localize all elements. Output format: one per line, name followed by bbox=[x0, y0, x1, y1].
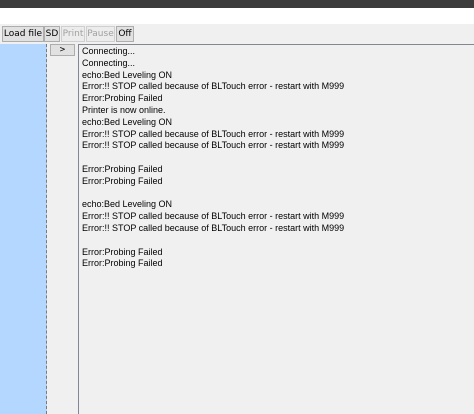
sd-button[interactable]: SD bbox=[44, 26, 60, 42]
toolbar: Load file SD Print Pause Off bbox=[0, 24, 474, 44]
log-line: Error:Probing Failed bbox=[82, 163, 163, 174]
log-line: Connecting... bbox=[82, 46, 136, 56]
log-line: Error:Probing Failed bbox=[82, 258, 163, 269]
send-command-button[interactable]: > bbox=[50, 44, 75, 56]
pause-button[interactable]: Pause bbox=[86, 26, 115, 42]
log-line: Error:Probing Failed bbox=[82, 246, 163, 257]
log-line: Error:!! STOP called because of BLTouch … bbox=[82, 222, 345, 233]
log-line: echo:Bed Leveling ON bbox=[82, 199, 173, 210]
log-line: Error:!! STOP called because of BLTouch … bbox=[82, 140, 345, 151]
print-button[interactable]: Print bbox=[61, 26, 85, 42]
middle-panel bbox=[47, 44, 78, 414]
menu-strip bbox=[0, 8, 474, 24]
load-file-button[interactable]: Load file bbox=[2, 26, 44, 42]
log-line: Error:!! STOP called because of BLTouch … bbox=[82, 128, 345, 139]
log-line: Error:!! STOP called because of BLTouch … bbox=[82, 211, 345, 222]
console-log[interactable]: Connecting... Connecting... echo:Bed Level… bbox=[78, 44, 474, 414]
log-line: Error:!! STOP called because of BLTouch … bbox=[82, 81, 345, 92]
left-panel[interactable] bbox=[0, 44, 47, 414]
log-line: echo:Bed Leveling ON bbox=[82, 116, 173, 127]
log-line: echo:Bed Leveling ON bbox=[82, 69, 173, 80]
off-button[interactable]: Off bbox=[116, 26, 134, 42]
log-line: Error:Probing Failed bbox=[82, 93, 163, 104]
window-titlebar bbox=[0, 0, 474, 8]
log-line: Printer is now online. bbox=[82, 104, 166, 115]
log-line: Error:Probing Failed bbox=[82, 175, 163, 186]
log-line: Connecting... bbox=[82, 57, 136, 68]
